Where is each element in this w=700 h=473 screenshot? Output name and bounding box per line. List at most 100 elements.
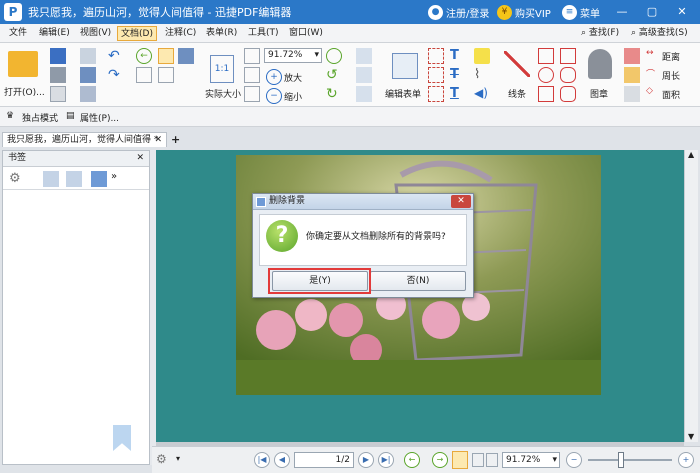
insert-icon[interactable]	[428, 67, 444, 83]
undo-icon[interactable]: ↶	[108, 48, 124, 64]
login-button[interactable]: ● 注册/登录	[428, 3, 489, 21]
first-page-button[interactable]: |◀	[254, 452, 270, 468]
zoom-slider-track[interactable]	[588, 459, 672, 461]
status-zoom-out-icon[interactable]: −	[566, 452, 582, 468]
crop-icon[interactable]	[428, 48, 444, 64]
eraser-icon[interactable]	[624, 48, 640, 64]
open-button-label[interactable]: 打开(O)...	[4, 85, 45, 98]
close-button[interactable]: ✕	[674, 4, 690, 20]
zoom-out-label[interactable]: 缩小	[284, 90, 302, 103]
scroll-down-icon[interactable]: ▼	[688, 432, 694, 441]
find-button[interactable]: ⌕ 查找(F)	[578, 26, 622, 41]
facing-view-icon[interactable]	[486, 453, 498, 467]
new-document-icon[interactable]	[50, 86, 66, 102]
form-checkbox-icon[interactable]	[356, 86, 372, 102]
polygon-icon[interactable]	[560, 67, 576, 83]
print-icon[interactable]	[50, 67, 66, 83]
area-icon[interactable]: ◇	[646, 86, 662, 102]
select-text-icon[interactable]	[136, 67, 152, 83]
continuous-view-icon[interactable]	[472, 453, 484, 467]
distance-icon[interactable]: ↔	[646, 48, 662, 64]
gear-icon[interactable]: ⚙	[9, 171, 25, 187]
form-list-icon[interactable]	[356, 67, 372, 83]
camera-icon[interactable]	[178, 48, 194, 64]
minimize-button[interactable]: —	[614, 4, 630, 20]
rectangle-icon[interactable]	[538, 86, 554, 102]
properties-button[interactable]: 属性(P)...	[80, 111, 119, 124]
menu-tools[interactable]: 工具(T)	[245, 26, 282, 41]
prev-page-button[interactable]: ◀	[274, 452, 290, 468]
forward-view-icon[interactable]: →	[432, 452, 448, 468]
highlighter-icon[interactable]	[624, 67, 640, 83]
status-zoom-select[interactable]: 91.72% ▾	[502, 452, 560, 468]
search-ribbon-icon[interactable]	[326, 48, 342, 64]
panel-close-icon[interactable]: ✕	[136, 151, 144, 166]
scroll-up-icon[interactable]: ▲	[688, 150, 694, 159]
advanced-find-button[interactable]: ⌕ 高级查找(S)	[628, 26, 691, 41]
expand-bookmark-icon[interactable]	[43, 171, 59, 187]
pencil-icon[interactable]	[624, 86, 640, 102]
actual-size-icon[interactable]: 1:1	[210, 55, 234, 83]
strikeout-icon[interactable]: T	[450, 67, 466, 83]
dialog-close-button[interactable]: ✕	[451, 195, 471, 208]
vip-button[interactable]: ¥ 购买VIP	[497, 3, 551, 21]
last-page-button[interactable]: ▶|	[378, 452, 394, 468]
next-page-button[interactable]: ▶	[358, 452, 374, 468]
delete-page-icon[interactable]	[428, 86, 444, 102]
rotate-right-icon[interactable]: ↻	[326, 86, 342, 102]
stamp-icon[interactable]	[588, 49, 612, 79]
rotate-left-icon[interactable]: ↺	[326, 67, 342, 83]
email-icon[interactable]	[80, 48, 96, 64]
menu-edit[interactable]: 编辑(E)	[36, 26, 73, 41]
menu-button[interactable]: ≡ 菜单	[562, 3, 600, 21]
sound-icon[interactable]: ◀)	[474, 86, 490, 102]
add-bookmark-icon[interactable]	[91, 171, 107, 187]
ellipse-icon[interactable]	[538, 67, 554, 83]
edit-form-icon[interactable]	[392, 53, 418, 79]
back-icon[interactable]: ←	[136, 48, 152, 64]
select-area-icon[interactable]	[158, 67, 174, 83]
maximize-button[interactable]: ▢	[644, 4, 660, 20]
zoom-select[interactable]: 91.72% ▾	[264, 48, 322, 63]
line-tool-icon[interactable]	[504, 51, 530, 77]
menu-form[interactable]: 表单(R)	[203, 26, 240, 41]
menu-window[interactable]: 窗口(W)	[286, 26, 326, 41]
document-tab[interactable]: 我只愿我，遍历山河，觉得人间值得 * ✕	[2, 132, 167, 147]
hand-tool-icon[interactable]	[158, 48, 174, 64]
save-icon[interactable]	[50, 48, 66, 64]
fit-width-icon[interactable]	[244, 67, 260, 83]
form-text-icon[interactable]	[356, 48, 372, 64]
stamp-label[interactable]: 图章	[590, 87, 608, 100]
menu-file[interactable]: 文件	[6, 26, 30, 41]
text-tool-icon[interactable]: T	[450, 48, 466, 64]
menu-document[interactable]: 文档(D)	[117, 26, 157, 41]
no-button[interactable]: 否(N)	[370, 271, 466, 291]
open-folder-icon[interactable]	[8, 51, 38, 77]
vertical-scrollbar[interactable]: ▲ ▼	[684, 150, 698, 442]
polyline-icon[interactable]	[538, 48, 554, 64]
menu-comment[interactable]: 注释(C)	[162, 26, 199, 41]
actual-size-label[interactable]: 实际大小	[205, 87, 241, 100]
status-gear-icon[interactable]: ⚙	[156, 452, 167, 466]
collapse-bookmark-icon[interactable]	[66, 171, 82, 187]
status-menu-chevron-icon[interactable]: ▾	[176, 454, 180, 463]
note-icon[interactable]	[474, 48, 490, 64]
export-icon[interactable]	[80, 86, 96, 102]
zoom-slider-handle[interactable]	[618, 452, 624, 468]
new-tab-button[interactable]: +	[171, 133, 180, 146]
lines-label[interactable]: 线条	[508, 87, 526, 100]
back-view-icon[interactable]: ←	[404, 452, 420, 468]
cloud-icon[interactable]	[560, 86, 576, 102]
page-number-input[interactable]: 1/2	[294, 452, 354, 468]
tab-close-icon[interactable]: ✕	[154, 133, 162, 147]
exclusive-mode-button[interactable]: 独占模式	[22, 111, 58, 124]
distance-label[interactable]: 距离	[662, 50, 680, 63]
double-chevron-icon[interactable]: »	[111, 171, 127, 187]
scan-icon[interactable]	[80, 67, 96, 83]
perimeter-label[interactable]: 周长	[662, 69, 680, 82]
zoom-in-icon[interactable]: +	[266, 69, 282, 85]
underline-icon[interactable]: T	[450, 86, 466, 102]
zoom-in-label[interactable]: 放大	[284, 71, 302, 84]
attach-icon[interactable]: ⌇	[474, 67, 490, 83]
status-zoom-in-icon[interactable]: +	[678, 452, 694, 468]
